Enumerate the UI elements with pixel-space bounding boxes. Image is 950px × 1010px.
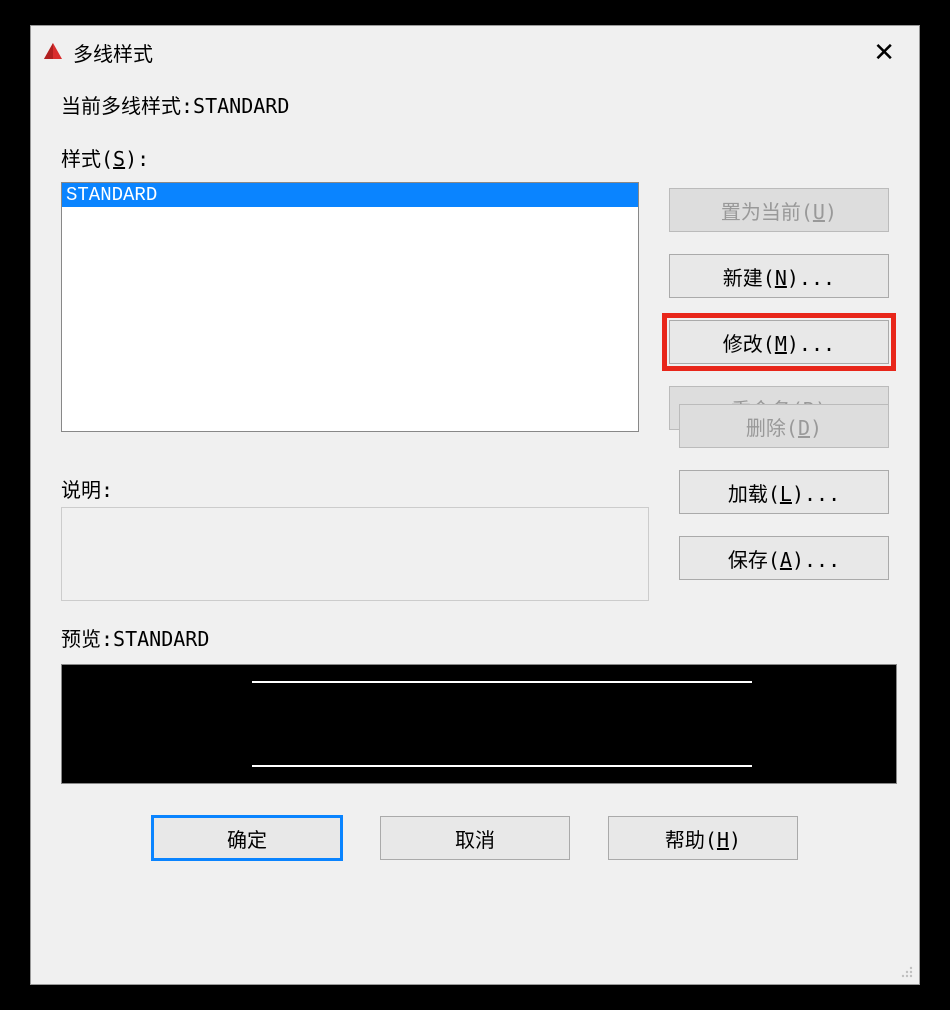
- right-button-column: 置为当前(U) 新建(N)... 修改(M)... 重命名(R): [669, 182, 889, 430]
- help-button[interactable]: 帮助(H): [608, 816, 798, 860]
- close-button[interactable]: ✕: [863, 35, 905, 69]
- autocad-app-icon: [41, 40, 65, 64]
- multiline-style-dialog: 多线样式 ✕ 当前多线样式:STANDARD 样式(S): STANDARD 置…: [30, 25, 920, 985]
- bottom-button-row: 确定 取消 帮助(H): [61, 816, 889, 860]
- cancel-button[interactable]: 取消: [380, 816, 570, 860]
- main-row: STANDARD 置为当前(U) 新建(N)... 修改(M)... 重命名(R…: [61, 182, 889, 432]
- description-label: 说明:: [61, 474, 649, 503]
- preview-label: 预览:STANDARD: [61, 623, 889, 652]
- preview-line-top: [252, 681, 752, 683]
- dialog-title: 多线样式: [73, 38, 153, 67]
- resize-grip-icon[interactable]: [897, 962, 915, 980]
- save-button[interactable]: 保存(A)...: [679, 536, 889, 580]
- dialog-content: 当前多线样式:STANDARD 样式(S): STANDARD 置为当前(U) …: [31, 74, 919, 880]
- preview-line-bottom: [252, 765, 752, 767]
- ok-button[interactable]: 确定: [152, 816, 342, 860]
- styles-label: 样式(S):: [61, 143, 889, 172]
- styles-listbox[interactable]: STANDARD: [61, 182, 639, 432]
- preview-area: [61, 664, 897, 784]
- set-current-button: 置为当前(U): [669, 188, 889, 232]
- description-row: 说明: 删除(D) 加载(L)... 保存(A)...: [61, 432, 889, 601]
- close-icon: ✕: [873, 37, 895, 67]
- list-item[interactable]: STANDARD: [62, 183, 638, 207]
- delete-button: 删除(D): [679, 404, 889, 448]
- description-box: [61, 507, 649, 601]
- modify-button[interactable]: 修改(M)...: [669, 320, 889, 364]
- right-button-column-2: 删除(D) 加载(L)... 保存(A)...: [679, 404, 889, 580]
- load-button[interactable]: 加载(L)...: [679, 470, 889, 514]
- current-style-label: 当前多线样式:STANDARD: [61, 90, 889, 119]
- new-button[interactable]: 新建(N)...: [669, 254, 889, 298]
- title-left: 多线样式: [41, 38, 153, 67]
- titlebar: 多线样式 ✕: [31, 26, 919, 74]
